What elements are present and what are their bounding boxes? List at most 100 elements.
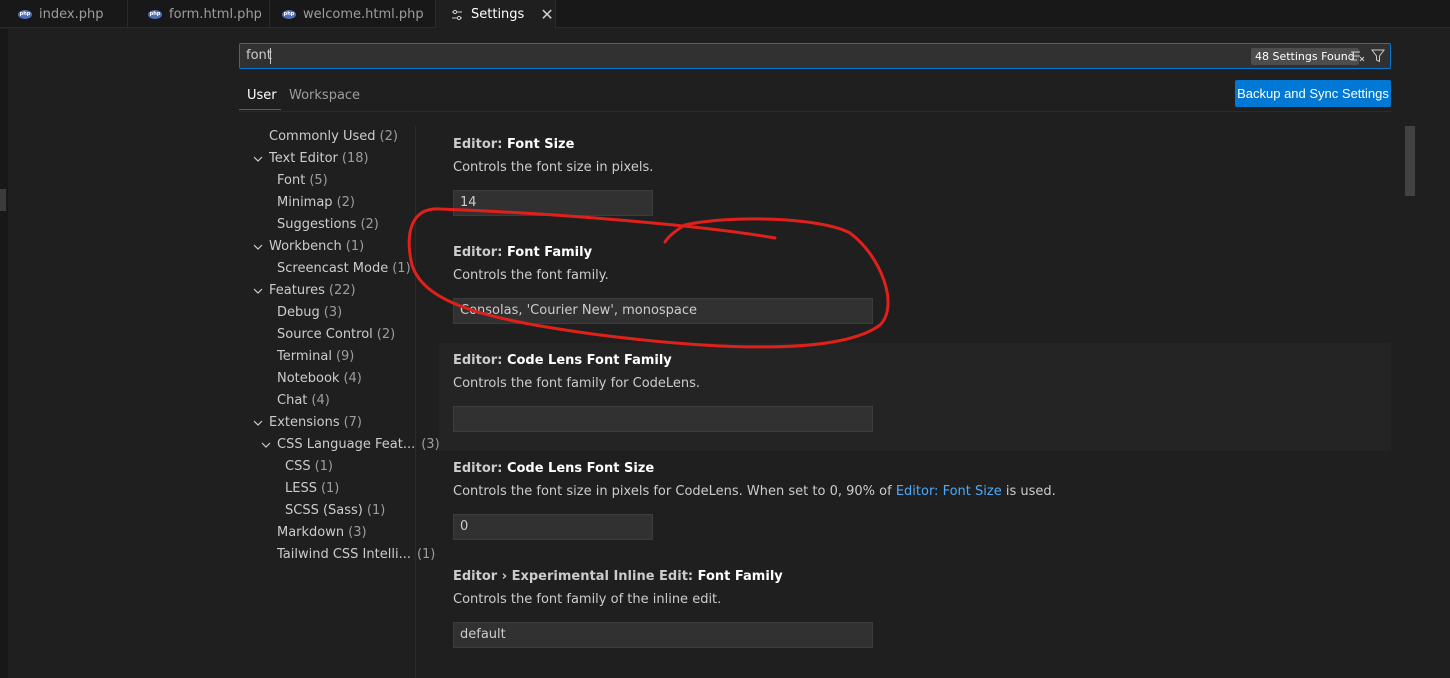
chevron-down-icon[interactable] — [252, 241, 264, 253]
scrollbar-thumb[interactable] — [1405, 126, 1415, 196]
panel-resize-handle[interactable] — [0, 189, 6, 211]
toc-label: Terminal — [277, 349, 332, 364]
setting-link[interactable]: Editor: Font Size — [896, 484, 1002, 499]
toc-item-text-editor[interactable]: Text Editor (18) — [269, 149, 369, 169]
setting-code-lens-font-size: Editor: Code Lens Font Size Controls the… — [439, 451, 1391, 559]
setting-inline-edit-font-family: Editor › Experimental Inline Edit: Font … — [439, 559, 1391, 667]
editor-tab-bar: php index.php php form.html.php php welc… — [0, 0, 1450, 29]
tab-label: Settings — [471, 7, 525, 22]
filter-icon[interactable] — [1371, 49, 1385, 63]
toc-item-notebook[interactable]: Notebook (4) — [277, 369, 362, 389]
setting-title: Editor › Experimental Inline Edit: Font … — [453, 569, 783, 584]
toc-label: Source Control — [277, 327, 373, 342]
chevron-down-icon[interactable] — [260, 439, 272, 451]
setting-name: Code Lens Font Size — [506, 461, 655, 476]
toc-count: (5) — [309, 173, 328, 188]
close-icon[interactable]: ✕ — [540, 6, 553, 23]
toc-count: (18) — [341, 151, 369, 166]
toc-count: (4) — [311, 393, 330, 408]
toc-item-scss[interactable]: SCSS (Sass) (1) — [285, 501, 385, 521]
chevron-down-icon[interactable] — [252, 153, 264, 165]
left-panel-edge — [0, 29, 8, 678]
toc-item-workbench[interactable]: Workbench (1) — [269, 237, 364, 257]
toc-label: Screencast Mode — [277, 261, 389, 276]
toc-label: Workbench — [269, 239, 342, 254]
toc-item-source-control[interactable]: Source Control (2) — [277, 325, 395, 345]
toc-item-css-language-features[interactable]: CSS Language Feat... (3) — [277, 435, 440, 455]
code-lens-font-size-input[interactable]: 0 — [453, 514, 653, 540]
toc-count: (2) — [336, 195, 355, 210]
toc-count: (4) — [343, 371, 362, 386]
php-file-icon: php — [148, 9, 162, 19]
toc-item-tailwind-css[interactable]: Tailwind CSS Intelli... (1) — [277, 545, 435, 565]
tab-user[interactable]: User — [247, 88, 277, 103]
tab-index-php[interactable]: php index.php — [8, 0, 128, 28]
toc-item-minimap[interactable]: Minimap (2) — [277, 193, 355, 213]
toc-label: Text Editor — [269, 151, 338, 166]
toc-count: (2) — [376, 327, 396, 342]
clear-filter-icon[interactable] — [1351, 50, 1365, 62]
toc-count: (1) — [416, 547, 436, 562]
toc-count: (9) — [335, 349, 355, 364]
code-lens-font-family-input[interactable] — [453, 406, 873, 432]
description-text: Controls the font size in pixels for Cod… — [453, 484, 896, 499]
chevron-down-icon[interactable] — [252, 285, 264, 297]
toc-item-chat[interactable]: Chat (4) — [277, 391, 330, 411]
toc-count: (22) — [328, 283, 356, 298]
divider — [239, 111, 1391, 112]
toc-item-css[interactable]: CSS (1) — [285, 457, 333, 477]
toc-item-screencast-mode[interactable]: Screencast Mode (1) — [277, 259, 411, 279]
tab-form-html-php[interactable]: php form.html.php — [128, 0, 270, 28]
toc-item-terminal[interactable]: Terminal (9) — [277, 347, 354, 367]
toc-item-font[interactable]: Font (5) — [277, 171, 328, 191]
toc-label: LESS — [285, 481, 317, 496]
settings-search-input[interactable]: font 48 Settings Found — [239, 43, 1391, 69]
toc-count: (3) — [348, 525, 367, 540]
toc-count: (1) — [314, 459, 334, 474]
toc-label: Features — [269, 283, 325, 298]
chevron-down-icon[interactable] — [252, 417, 264, 429]
tab-label: welcome.html.php — [303, 6, 424, 22]
toc-label: CSS Language Feat... — [277, 437, 416, 452]
backup-and-sync-button[interactable]: Backup and Sync Settings — [1235, 80, 1391, 107]
toc-label: Minimap — [277, 195, 333, 210]
toc-label: Chat — [277, 393, 308, 408]
setting-name: Font Size — [506, 137, 575, 152]
setting-description: Controls the font family for CodeLens. — [453, 376, 701, 391]
tab-welcome-html-php[interactable]: php welcome.html.php — [270, 0, 436, 28]
setting-category: Editor: — [453, 461, 507, 476]
toc-item-debug[interactable]: Debug (3) — [277, 303, 342, 323]
setting-category: Editor: — [453, 137, 507, 152]
tab-workspace[interactable]: Workspace — [289, 88, 360, 103]
toc-label: Suggestions — [277, 217, 357, 232]
results-count-badge: 48 Settings Found — [1251, 48, 1359, 65]
toc-count: (2) — [379, 129, 398, 144]
setting-description: Controls the font size in pixels. — [453, 160, 654, 175]
toc-label: Extensions — [269, 415, 340, 430]
toc-item-less[interactable]: LESS (1) — [285, 479, 339, 499]
settings-icon — [452, 9, 462, 20]
php-file-icon: php — [282, 9, 296, 19]
toc-label: Commonly Used — [269, 129, 376, 144]
setting-name: Font Family — [697, 569, 783, 584]
toc-item-commonly-used[interactable]: Commonly Used (2) — [269, 127, 398, 147]
inline-edit-font-family-input[interactable]: default — [453, 622, 873, 648]
text-cursor — [270, 48, 271, 64]
toc-item-suggestions[interactable]: Suggestions (2) — [277, 215, 379, 235]
setting-title: Editor: Font Size — [453, 137, 574, 152]
php-file-icon: php — [18, 9, 32, 19]
toc-count: (1) — [320, 481, 340, 496]
toc-item-extensions[interactable]: Extensions (7) — [269, 413, 362, 433]
tab-label: form.html.php — [169, 6, 262, 22]
toc-count: (3) — [421, 437, 440, 452]
active-tab-indicator — [239, 109, 281, 110]
toc-item-markdown[interactable]: Markdown (3) — [277, 523, 367, 543]
toc-label: Markdown — [277, 525, 345, 540]
description-text: is used. — [1001, 484, 1056, 499]
tab-settings[interactable]: Settings ✕ — [436, 0, 556, 29]
toc-count: (1) — [366, 503, 386, 518]
toc-item-features[interactable]: Features (22) — [269, 281, 356, 301]
search-query: font — [246, 48, 272, 63]
toc-label: Tailwind CSS Intelli... — [277, 547, 411, 562]
toc-label: SCSS (Sass) — [285, 503, 363, 518]
